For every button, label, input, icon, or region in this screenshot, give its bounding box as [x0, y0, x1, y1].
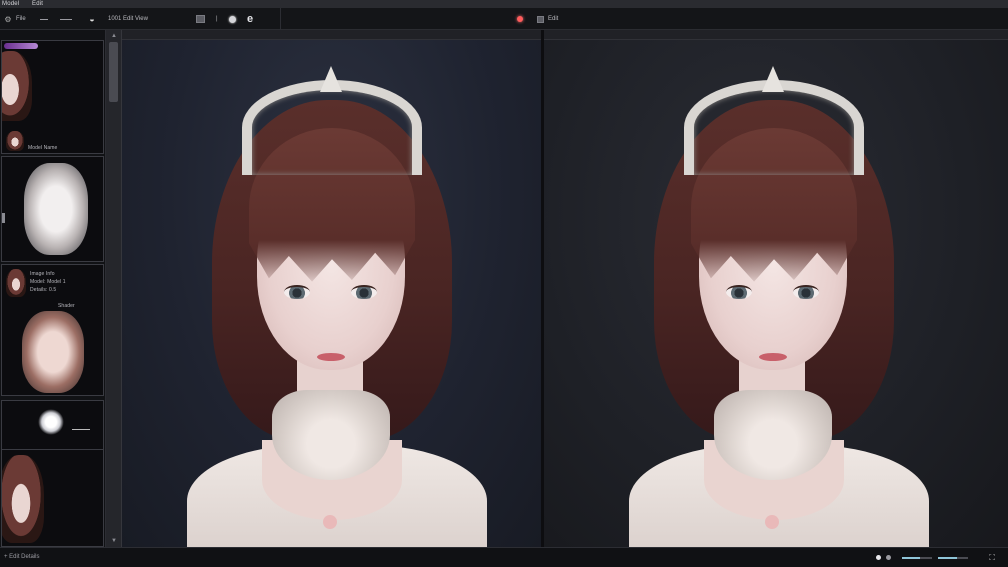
right-eye [351, 285, 377, 299]
lace-collar [714, 390, 832, 480]
thumbnail-portrait [2, 51, 32, 121]
shape-icon[interactable]: ◒ [86, 13, 98, 25]
thumbnail-caption: Model Name [28, 145, 58, 151]
viewport-render[interactable] [544, 40, 1008, 547]
line-tool-icon[interactable] [60, 19, 72, 20]
light-orb-icon [38, 409, 64, 435]
thumbnail-portrait [22, 311, 84, 393]
title-bar: Model Edit [0, 0, 1008, 8]
lips [317, 353, 345, 361]
minimize-icon[interactable] [40, 19, 48, 20]
menu-edit[interactable]: Edit [32, 0, 43, 8]
tiara-crown [320, 66, 342, 92]
dress-bow [323, 515, 337, 529]
thumbnail-panel: Model Name Image Info Model: Model 1 Det… [0, 30, 106, 547]
status-dot-icon[interactable] [886, 555, 891, 560]
panel-scrollbar[interactable]: ▲ ▼ [106, 30, 122, 547]
right-eye [793, 285, 819, 299]
zoom-track-secondary[interactable] [902, 557, 932, 559]
status-bar: + Edit Details ⛶ [0, 547, 1008, 567]
toolbar-divider [280, 8, 281, 30]
tiara [684, 80, 864, 175]
thumbnail-marker [2, 213, 5, 223]
left-eye [726, 285, 752, 299]
frame-icon[interactable] [534, 13, 546, 25]
thumbnail-info-line: Model: Model 1 [30, 279, 66, 285]
thumbnail-portrait [2, 455, 44, 543]
thumbnail-line [72, 429, 90, 430]
thumbnail-avatar [6, 269, 26, 297]
thumbnail-avatar [6, 131, 24, 151]
thumbnail-4[interactable] [1, 400, 104, 547]
toolbar-title[interactable]: 1001 Edit View [108, 13, 148, 25]
fullscreen-icon[interactable]: ⛶ [986, 552, 998, 564]
toolbar-file[interactable]: File [16, 13, 26, 25]
left-eye [284, 285, 310, 299]
app-title: Model [2, 1, 20, 7]
lace-collar [272, 390, 390, 480]
thumbnail-1[interactable]: Model Name [1, 40, 104, 154]
zoom-slider[interactable] [938, 557, 968, 559]
thumbnail-portrait [24, 163, 88, 255]
thumbnail-info-line: Details: 0.5 [30, 287, 57, 293]
toolbar: ⚙ File ◒ 1001 Edit View | e Edit [0, 8, 1008, 30]
status-dot-icon[interactable] [876, 555, 881, 560]
toolbar-right-label[interactable]: Edit [548, 13, 558, 25]
scroll-thumb[interactable] [109, 42, 118, 102]
viewport-tab-strip [0, 30, 1008, 40]
thumbnail-2[interactable] [1, 156, 104, 262]
lips [759, 353, 787, 361]
settings-icon[interactable]: ⚙ [2, 13, 14, 25]
portrait-render [599, 40, 939, 547]
viewport-original[interactable] [122, 40, 541, 547]
bulb-icon[interactable] [226, 13, 238, 25]
status-text: + Edit Details [4, 554, 40, 560]
tiara-crown [762, 66, 784, 92]
tiara [242, 80, 422, 175]
scroll-down-icon[interactable]: ▼ [110, 537, 118, 545]
toolbar-separator: | [216, 16, 218, 22]
thumbnail-info-line: Image Info [30, 271, 55, 277]
dress-bow [765, 515, 779, 529]
layer-icon[interactable] [194, 13, 206, 25]
edit-icon[interactable]: e [244, 13, 256, 25]
portrait-render [157, 40, 497, 547]
thumbnail-label: Shader [58, 303, 75, 309]
thumbnail-divider [2, 449, 103, 450]
record-icon[interactable] [514, 13, 526, 25]
color-strip [4, 43, 38, 49]
thumbnail-3[interactable]: Image Info Model: Model 1 Details: 0.5 S… [1, 264, 104, 396]
scroll-up-icon[interactable]: ▲ [110, 32, 118, 40]
